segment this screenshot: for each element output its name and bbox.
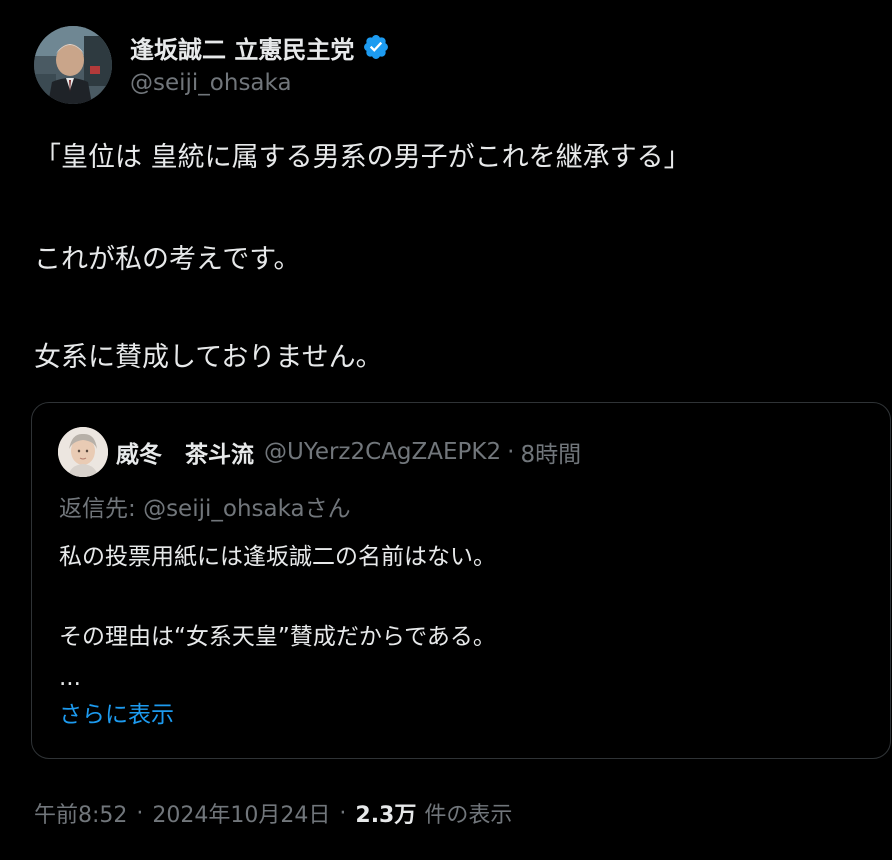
avatar-photo [34, 26, 112, 104]
reply-to-suffix: さん [304, 496, 351, 522]
author-handle[interactable]: @seiji_ohsaka [130, 70, 292, 96]
verified-badge-icon [362, 33, 390, 61]
quote-author-handle[interactable]: @UYerz2CAgZAEPK2 [264, 439, 501, 465]
show-more-link[interactable]: さらに表示 [59, 695, 174, 729]
views-label: 件の表示 [424, 803, 513, 828]
author-name-row[interactable]: 逢坂誠二 立憲民主党 [130, 30, 390, 64]
tweet-meta: 午前8:52 · 2024年10月24日 · 2.3万 件の表示 [34, 795, 512, 831]
tweet-time[interactable]: 午前8:52 [34, 797, 127, 829]
tweet-text-line: 「皇位は 皇統に属する男系の男子がこれを継承する」 [34, 142, 691, 173]
quote-avatar-photo [58, 427, 108, 477]
quote-header: 威冬 茶斗流 @UYerz2CAgZAEPK2 · 8時間 [116, 435, 581, 469]
quote-text-ellipsis: ... [59, 665, 81, 691]
quote-author-avatar [58, 427, 108, 477]
views-count[interactable]: 2.3万 [355, 797, 416, 829]
reply-to-handle[interactable]: @seiji_ohsaka [143, 496, 305, 522]
tweet-text-line: これが私の考えです。 [34, 244, 301, 275]
author-name[interactable]: 逢坂誠二 立憲民主党 [130, 30, 354, 65]
author-avatar[interactable] [34, 26, 112, 104]
reply-to-line: 返信先: @seiji_ohsakaさん [59, 489, 351, 523]
quote-text-line: 私の投票用紙には逢坂誠二の名前はない。 [59, 544, 496, 570]
tweet-date[interactable]: 2024年10月24日 [152, 797, 330, 829]
quote-separator: · [507, 439, 515, 465]
quote-text-line: その理由は“女系天皇”賛成だからである。 [59, 624, 496, 650]
tweet-text-line: 女系に賛成しておりません。 [34, 342, 383, 373]
reply-to-label: 返信先: [59, 496, 136, 522]
meta-separator: · [136, 800, 144, 826]
quote-author-name[interactable]: 威冬 茶斗流 [116, 435, 254, 469]
quote-timestamp[interactable]: 8時間 [520, 435, 581, 469]
meta-separator: · [339, 800, 347, 826]
tweet-detail: 逢坂誠二 立憲民主党 @seiji_ohsaka 「皇位は 皇統に属する男系の男… [0, 0, 892, 860]
quote-tweet-card[interactable]: 威冬 茶斗流 @UYerz2CAgZAEPK2 · 8時間 返信先: @seij… [31, 402, 891, 759]
